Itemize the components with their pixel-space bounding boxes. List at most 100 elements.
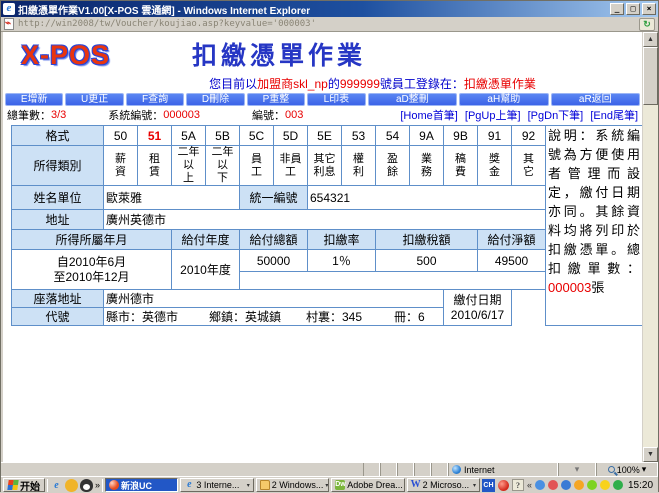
zoom-control[interactable]: 100% ▾ (596, 463, 658, 476)
tray-help-icon[interactable]: ? (512, 479, 524, 491)
system-no-label: 系統編號： (108, 107, 163, 123)
quicklaunch-mail-icon[interactable] (65, 479, 78, 492)
format-option-5a[interactable]: 5A (172, 126, 206, 146)
format-option-9a[interactable]: 9A (410, 126, 444, 146)
protected-mode-cell[interactable]: ▾ (558, 463, 596, 476)
category-bonus: 獎金 (478, 146, 512, 186)
system-no-value: 000003 (163, 109, 200, 121)
scroll-down-arrow[interactable]: ▼ (643, 447, 658, 462)
delete-button[interactable]: D刪除 (186, 93, 244, 106)
task-sina-uc[interactable]: 新浪UC (105, 478, 178, 492)
tray-antivirus-icon[interactable] (574, 480, 584, 490)
tray-messenger-icon[interactable] (535, 480, 545, 490)
nav-pgup-prev[interactable]: [PgUp上筆] (465, 110, 521, 122)
login-status-line: 您目前以加盟商skl_np的999999號員工登錄在：扣繳憑單作業 (3, 77, 642, 91)
taskbar-clock[interactable]: 15:20 (628, 480, 653, 491)
pay-year-header: 給付年度 (172, 230, 240, 250)
url-input[interactable]: http://win2008/tw/Voucher/koujiao.asp?ke… (18, 19, 639, 29)
close-button[interactable]: × (642, 3, 656, 15)
tray-volume-icon[interactable] (561, 480, 571, 490)
folder-icon (260, 480, 270, 490)
format-option-53[interactable]: 53 (342, 126, 376, 146)
period-from: 自2010年6月 (14, 255, 169, 270)
maximize-button[interactable]: □ (626, 3, 640, 15)
print-button[interactable]: L印表 (307, 93, 365, 106)
tray-expand-chevron[interactable]: « (527, 480, 532, 490)
code-book[interactable]: 冊：6 (394, 308, 444, 325)
quicklaunch-more-chevron[interactable]: » (95, 479, 100, 492)
pay-total-field[interactable]: 50000 (240, 250, 308, 272)
scroll-up-arrow[interactable]: ▲ (643, 32, 658, 47)
address-field[interactable]: 廣州英德市 (104, 210, 546, 230)
quicklaunch-ie-icon[interactable]: e (50, 479, 63, 492)
code-village[interactable]: 村裏：345 (306, 308, 394, 325)
format-option-92[interactable]: 92 (512, 126, 546, 146)
scroll-track[interactable] (643, 105, 658, 447)
page-body: X-POS 扣繳憑單作業 您目前以加盟商skl_np的999999號員工登錄在：… (3, 32, 642, 462)
scroll-thumb[interactable] (643, 47, 658, 105)
nav-home-first[interactable]: [Home首筆] (400, 110, 457, 122)
rate-field[interactable]: 1％ (308, 250, 376, 272)
code-county[interactable]: 縣市：英德市 (106, 308, 209, 325)
format-option-5e[interactable]: 5E (308, 126, 342, 146)
pay-total-header: 給付總額 (240, 230, 308, 250)
query-button[interactable]: F查詢 (126, 93, 184, 106)
language-indicator[interactable]: CH (482, 479, 495, 492)
format-option-5d[interactable]: 5D (274, 126, 308, 146)
format-option-91[interactable]: 91 (478, 126, 512, 146)
window-title: 扣繳憑單作業V1.00[X-POS 雲通網] - Windows Interne… (18, 2, 608, 17)
format-option-50[interactable]: 50 (104, 126, 138, 146)
nav-pgdn-next[interactable]: [PgDn下筆] (528, 110, 584, 122)
browser-window: e 扣繳憑單作業V1.00[X-POS 雲通網] - Windows Inter… (0, 0, 659, 492)
name-field[interactable]: 歐萊雅 (104, 186, 240, 210)
task-microsoft-word-group[interactable]: W 2 Microso... ▾ (407, 478, 480, 492)
pay-empty-cell (240, 272, 546, 290)
format-option-9b[interactable]: 9B (444, 126, 478, 146)
vertical-scrollbar[interactable]: ▲ ▼ (642, 32, 658, 462)
tax-field[interactable]: 500 (376, 250, 478, 272)
task-internet-explorer-group[interactable]: e 3 Interne... ▾ (180, 478, 253, 492)
toolbar: E增新 U更正 F查詢 D刪除 P重整 L印表 aD整刪 aH幫助 aR返回 (3, 91, 642, 107)
return-button[interactable]: aR返回 (551, 93, 640, 106)
period-to: 至2010年12月 (14, 270, 169, 285)
tray-safety-icon[interactable] (613, 480, 623, 490)
category-business: 業務 (410, 146, 444, 186)
task-windows-explorer-group[interactable]: 2 Windows... ▾ (256, 478, 329, 492)
quicklaunch-qq-icon[interactable] (80, 479, 93, 492)
zoom-level: 100% (617, 465, 640, 475)
tray-qq-icon[interactable] (548, 480, 558, 490)
help-button[interactable]: aH幫助 (459, 93, 548, 106)
net-field[interactable]: 49500 (478, 250, 546, 272)
location-field[interactable]: 廣州德市 (104, 290, 444, 308)
format-option-51-selected[interactable]: 51 (138, 126, 172, 146)
net-header: 給付淨額 (478, 230, 546, 250)
batch-delete-button[interactable]: aD整刪 (368, 93, 457, 106)
update-button[interactable]: U更正 (65, 93, 123, 106)
category-rent: 租賃 (138, 146, 172, 186)
browser-viewport: X-POS 扣繳憑單作業 您目前以加盟商skl_np的999999號員工登錄在：… (1, 32, 658, 462)
taskbar-separator (47, 479, 48, 492)
refresh-go-button[interactable]: ↻ (639, 18, 655, 31)
tray-update-icon[interactable] (587, 480, 597, 490)
reset-button[interactable]: P重整 (247, 93, 305, 106)
add-button[interactable]: E增新 (5, 93, 63, 106)
tray-security-icon[interactable] (498, 480, 509, 491)
category-employee: 員工 (240, 146, 274, 186)
uid-button[interactable]: 統一編號 (240, 186, 308, 210)
uid-field[interactable]: 654321 (308, 186, 546, 210)
location-label: 座落地址 (12, 290, 104, 308)
category-other: 其它 (512, 146, 546, 186)
format-option-54[interactable]: 54 (376, 126, 410, 146)
pay-year-field: 2010年度 (172, 250, 240, 290)
format-option-5c[interactable]: 5C (240, 126, 274, 146)
nav-end-last[interactable]: [End尾筆] (590, 110, 638, 122)
zoom-caret-icon: ▾ (642, 464, 647, 475)
minimize-button[interactable]: _ (610, 3, 624, 15)
taskbar-separator-2 (102, 479, 103, 492)
tray-shield-icon[interactable] (600, 480, 610, 490)
format-option-5b[interactable]: 5B (206, 126, 240, 146)
task-adobe-dreamweaver[interactable]: Dw Adobe Drea... (331, 478, 404, 492)
start-button[interactable]: 开始 (3, 478, 45, 492)
xpos-logo: X-POS (21, 39, 110, 71)
code-town[interactable]: 鄉鎮：英城鎮 (209, 308, 306, 325)
